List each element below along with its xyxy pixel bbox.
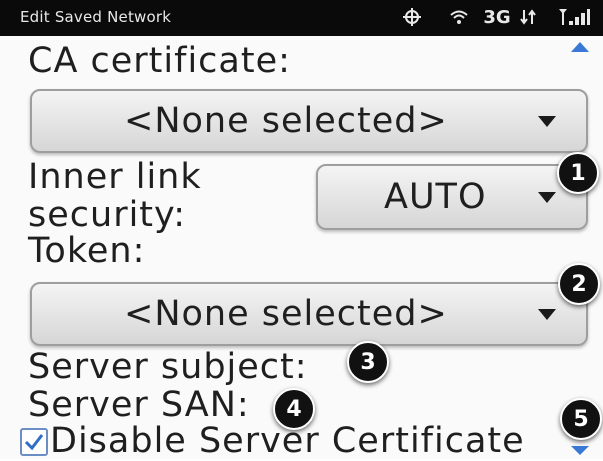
network-type-label: 3G bbox=[483, 6, 511, 28]
screen-title: Edit Saved Network bbox=[20, 8, 172, 26]
scroll-up-icon[interactable] bbox=[571, 42, 589, 52]
chevron-down-icon bbox=[538, 192, 556, 203]
data-transfer-icon bbox=[518, 5, 538, 29]
disable-cert-checkbox[interactable] bbox=[20, 428, 48, 456]
callout-1: 1 bbox=[557, 152, 599, 194]
inner-link-security-dropdown[interactable]: AUTO bbox=[316, 164, 588, 230]
chevron-down-icon bbox=[538, 309, 556, 320]
inner-link-label-line1: Inner link bbox=[28, 157, 202, 197]
callout-2: 2 bbox=[558, 263, 600, 305]
chevron-down-icon bbox=[538, 116, 556, 127]
scroll-down-icon[interactable] bbox=[571, 446, 589, 455]
checkmark-icon bbox=[24, 434, 44, 451]
inner-link-security-value: AUTO bbox=[384, 177, 487, 217]
server-san-label: Server SAN: bbox=[28, 385, 250, 425]
inner-link-label-line2: security: bbox=[28, 195, 186, 235]
status-bar: Edit Saved Network 3G bbox=[0, 0, 603, 36]
server-subject-label: Server subject: bbox=[28, 347, 308, 387]
callout-5: 5 bbox=[560, 398, 602, 440]
ca-certificate-dropdown[interactable]: <None selected> bbox=[30, 89, 588, 153]
cell-signal-icon bbox=[556, 5, 592, 29]
ca-certificate-label: CA certificate: bbox=[28, 41, 291, 81]
token-value: <None selected> bbox=[124, 294, 448, 334]
callout-4: 4 bbox=[273, 388, 315, 430]
token-dropdown[interactable]: <None selected> bbox=[30, 282, 588, 346]
token-label: Token: bbox=[28, 231, 146, 271]
gps-crosshair-icon bbox=[400, 5, 424, 29]
wifi-signal-icon bbox=[448, 5, 470, 29]
callout-3: 3 bbox=[347, 341, 389, 383]
ca-certificate-value: <None selected> bbox=[124, 101, 448, 141]
